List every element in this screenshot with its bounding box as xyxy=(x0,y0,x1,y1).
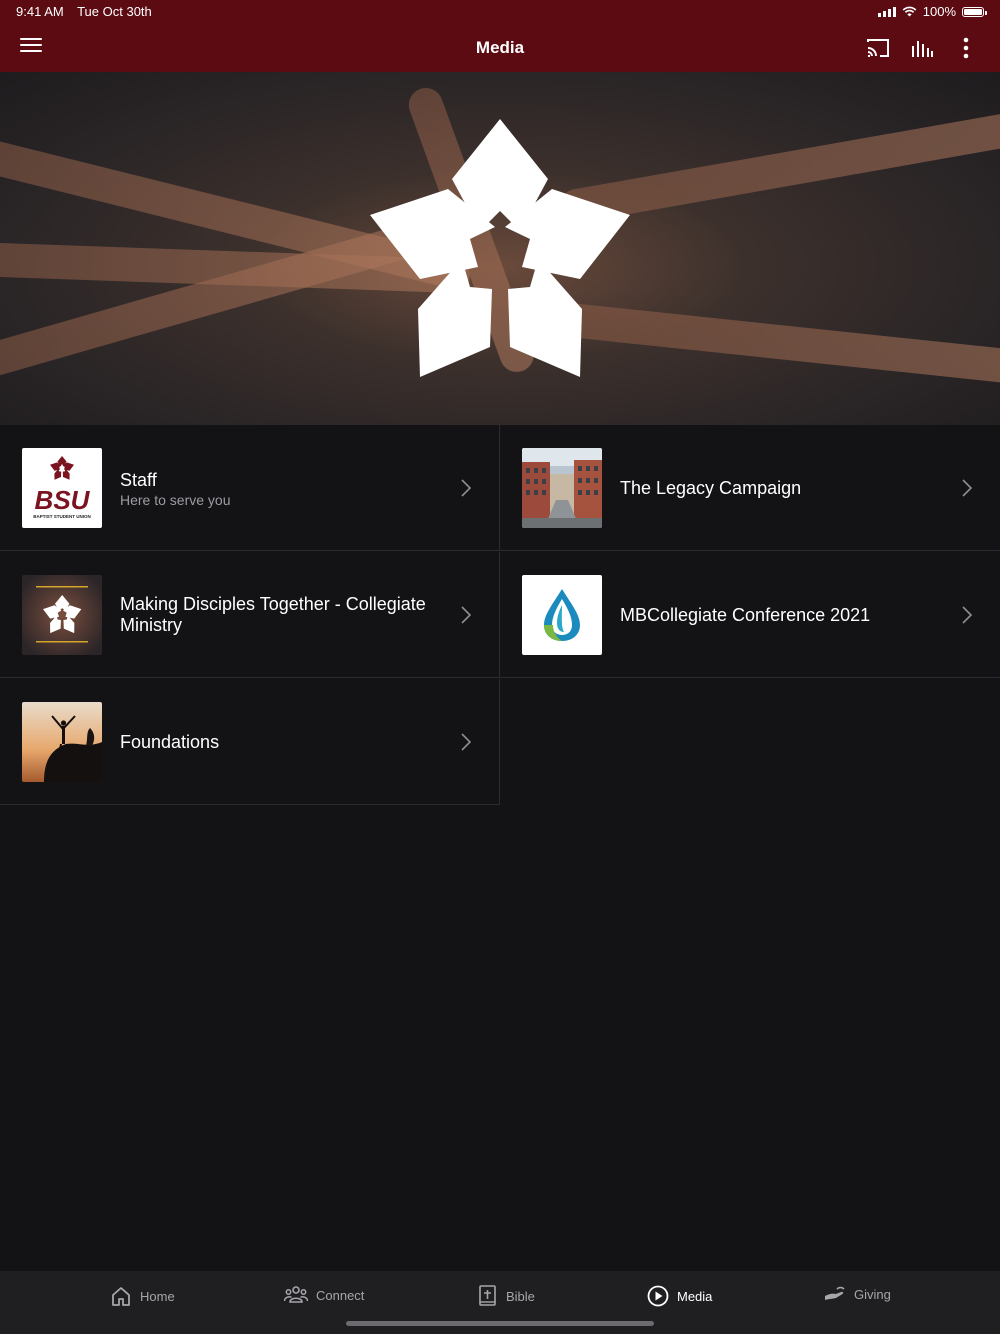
status-time: 9:41 AM xyxy=(16,4,64,19)
top-bar: 9:41 AM Tue Oct 30th 100% Media xyxy=(0,0,1000,72)
bsu-logo-text: BSU xyxy=(35,485,91,515)
tab-connect[interactable]: Connect xyxy=(284,1285,364,1305)
bsu-star-logo xyxy=(370,119,630,377)
media-item-making-disciples[interactable]: Making Disciples Together - Collegiate M… xyxy=(0,552,500,678)
bsu-logo-caption: BAPTIST STUDENT UNION xyxy=(33,514,91,519)
media-item-foundations[interactable]: Foundations xyxy=(0,679,500,805)
tab-label: Media xyxy=(677,1288,713,1304)
star-logo-hands-thumbnail xyxy=(22,575,102,655)
battery-percent: 100% xyxy=(922,4,956,19)
tab-label: Home xyxy=(140,1288,175,1304)
media-item-title: Making Disciples Together - Collegiate M… xyxy=(120,594,426,635)
chevron-right-icon xyxy=(461,733,472,751)
media-item-title: Foundations xyxy=(120,732,220,752)
chevron-right-icon xyxy=(461,479,472,497)
chevron-right-icon xyxy=(461,606,472,624)
media-item-subtitle: Here to serve you xyxy=(120,492,231,508)
home-indicator xyxy=(346,1321,654,1326)
more-vertical-icon[interactable] xyxy=(954,36,978,60)
media-item-legacy-campaign[interactable]: The Legacy Campaign xyxy=(500,425,1000,551)
wifi-icon xyxy=(902,6,917,17)
water-drop-logo-thumbnail xyxy=(522,575,602,655)
silhouette-cliff-thumbnail xyxy=(22,702,102,782)
cast-icon[interactable] xyxy=(866,36,890,60)
bible-icon xyxy=(479,1285,496,1306)
audio-bars-icon[interactable] xyxy=(910,36,934,60)
status-bar: 9:41 AM Tue Oct 30th 100% xyxy=(16,4,987,20)
tab-giving[interactable]: Giving xyxy=(824,1285,891,1303)
tab-label: Bible xyxy=(506,1288,535,1304)
media-item-title: The Legacy Campaign xyxy=(620,478,802,498)
giving-hand-icon xyxy=(825,1286,845,1300)
media-item-mbcollegiate-conference[interactable]: MBCollegiate Conference 2021 xyxy=(500,552,1000,678)
chevron-right-icon xyxy=(962,606,973,624)
chevron-right-icon xyxy=(962,479,973,497)
battery-icon xyxy=(962,6,987,17)
hero-banner xyxy=(0,72,1000,425)
page-title: Media xyxy=(475,38,525,57)
media-item-title: Staff xyxy=(120,470,157,490)
media-item-staff[interactable]: BSU BAPTIST STUDENT UNION Staff Here to … xyxy=(0,425,500,551)
tab-bar: Home Connect Bible Media Giving xyxy=(0,1271,1000,1334)
play-circle-icon xyxy=(647,1285,669,1307)
media-item-title: MBCollegiate Conference 2021 xyxy=(620,605,871,625)
home-icon xyxy=(112,1287,130,1306)
tab-media[interactable]: Media xyxy=(647,1285,712,1307)
tab-label: Giving xyxy=(854,1286,891,1302)
status-date: Tue Oct 30th xyxy=(77,4,152,19)
tab-home[interactable]: Home xyxy=(110,1285,175,1307)
tab-label: Connect xyxy=(316,1287,365,1303)
tab-bible[interactable]: Bible xyxy=(478,1285,535,1307)
street-buildings-thumbnail xyxy=(522,448,602,528)
people-icon xyxy=(284,1286,308,1303)
cellular-signal-icon xyxy=(877,6,896,17)
bsu-logo-thumbnail: BSU BAPTIST STUDENT UNION xyxy=(22,448,102,528)
